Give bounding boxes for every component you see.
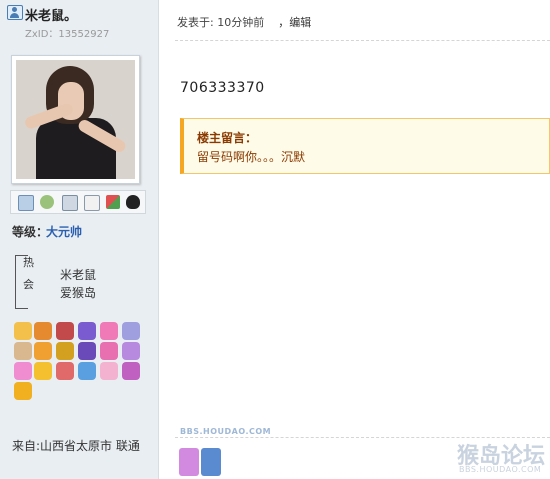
medal-icon[interactable] xyxy=(122,342,140,360)
medal-icon[interactable] xyxy=(179,448,199,476)
badge-text: 米老鼠 爱猴岛 xyxy=(60,266,96,302)
username[interactable]: 米老鼠。 xyxy=(25,5,77,24)
medal-icon[interactable] xyxy=(14,322,32,340)
medal-icon[interactable] xyxy=(78,322,96,340)
user-action-bar xyxy=(10,190,146,214)
medal-icon[interactable] xyxy=(56,322,74,340)
user-sidebar: 米老鼠。 ZxID：13552927 等级： 大元帅 热 会 米老鼠 爱猴岛 来… xyxy=(0,0,159,479)
game-icon[interactable] xyxy=(106,195,120,209)
search-profile-icon[interactable] xyxy=(62,195,78,211)
user-id: ZxID：13552927 xyxy=(25,29,110,40)
level-value[interactable]: 大元帅 xyxy=(46,223,82,240)
medal-icon[interactable] xyxy=(56,362,74,380)
forum-watermark: BBS.HOUDAO.COM xyxy=(180,427,272,436)
medal-icon[interactable] xyxy=(100,322,118,340)
post-body-text: 706333370 xyxy=(180,80,265,96)
add-friend-icon[interactable] xyxy=(40,195,54,209)
medal-icon[interactable] xyxy=(56,342,74,360)
user-icon xyxy=(7,5,23,20)
owner-note-title: 楼主留言： xyxy=(197,131,258,145)
profile-card-icon[interactable] xyxy=(84,195,100,211)
medal-icon[interactable] xyxy=(14,382,32,400)
post-content: 发表于: 10分钟前 ，编辑 706333370 楼主留言： 留号码啊你。。。沉默… xyxy=(159,0,550,479)
level-label: 等级： xyxy=(12,225,49,239)
medal-icon[interactable] xyxy=(78,362,96,380)
medal-icon[interactable] xyxy=(201,448,221,476)
medal-icon[interactable] xyxy=(100,362,118,380)
post-time: 发表于: 10分钟前 xyxy=(177,16,265,29)
medal-icon[interactable] xyxy=(34,362,52,380)
owner-note: 楼主留言： 留号码啊你。。。沉默 xyxy=(180,118,550,174)
qq-icon[interactable] xyxy=(126,195,140,209)
medal-icon[interactable] xyxy=(34,322,52,340)
owner-note-text: 留号码啊你。。。沉默 xyxy=(197,150,306,164)
post-meta: 发表于: 10分钟前 ，编辑 xyxy=(177,14,311,30)
edit-link[interactable]: ，编辑 xyxy=(278,16,311,29)
medal-icon[interactable] xyxy=(78,342,96,360)
badge-tag-char: 热 xyxy=(23,256,34,269)
badge-tag-char: 会 xyxy=(23,278,34,291)
medal-icon[interactable] xyxy=(122,322,140,340)
medal-icon[interactable] xyxy=(14,342,32,360)
medal-icon[interactable] xyxy=(122,362,140,380)
badge-line: 爱猴岛 xyxy=(60,286,97,300)
user-location: 来自:山西省太原市 联通 xyxy=(12,439,140,453)
medal-icon[interactable] xyxy=(14,362,32,380)
divider xyxy=(175,40,550,41)
badge-line: 米老鼠 xyxy=(60,268,97,282)
medal-icon[interactable] xyxy=(34,342,52,360)
badge-tag: 热 会 xyxy=(15,255,34,309)
mail-icon[interactable] xyxy=(18,195,34,211)
avatar[interactable] xyxy=(11,55,140,184)
forum-logo-subtitle: BBS.HOUDAO.COM xyxy=(459,465,542,474)
medal-icon[interactable] xyxy=(100,342,118,360)
